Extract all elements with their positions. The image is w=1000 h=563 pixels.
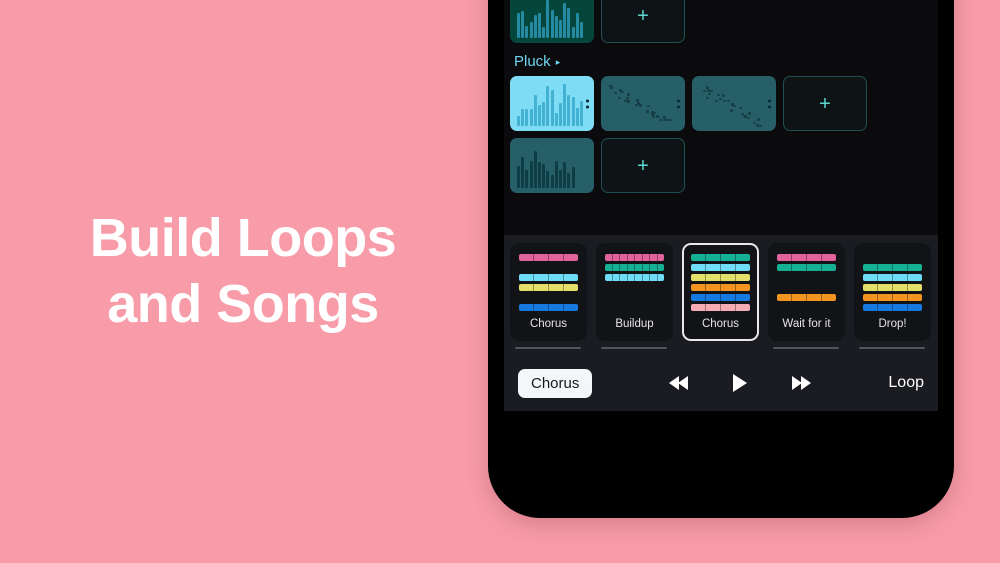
fast-forward-icon[interactable]	[789, 375, 813, 391]
clip-options-icon[interactable]	[677, 99, 680, 108]
section-track-bar	[605, 254, 664, 261]
song-section-card[interactable]: Drop!	[854, 243, 931, 341]
clip-tile-pluck-1[interactable]	[510, 76, 594, 131]
clip-tile-green[interactable]	[510, 0, 594, 43]
section-track-rows	[777, 254, 836, 316]
section-track-bar	[691, 284, 750, 291]
section-track-rows	[605, 254, 664, 316]
clip-tile-pluck-2[interactable]	[601, 76, 685, 131]
clip-row-2: +	[508, 138, 934, 193]
section-track-bar	[863, 274, 922, 281]
section-track-bar	[691, 294, 750, 301]
section-track-gap	[519, 294, 578, 301]
loop-button[interactable]: Loop	[888, 374, 924, 392]
marketing-headline: Build Loops and Songs	[0, 206, 486, 338]
add-clip-button-top[interactable]: +	[601, 0, 685, 43]
group-header-pluck[interactable]: Pluck ▸	[508, 43, 934, 76]
section-track-rows	[519, 254, 578, 316]
section-scroll-indicator	[515, 347, 581, 349]
clip-notes	[601, 76, 685, 131]
section-track-bar	[519, 284, 578, 291]
section-track-bar	[777, 254, 836, 261]
clip-notes	[692, 76, 776, 131]
headline-line-2: and Songs	[107, 273, 379, 334]
song-section-label: Chorus	[701, 318, 740, 330]
section-track-bar	[691, 304, 750, 311]
clip-tile-pluck-3[interactable]	[692, 76, 776, 131]
section-track-bar	[863, 294, 922, 301]
section-track-bar	[691, 274, 750, 281]
clip-row-top: +	[508, 0, 934, 43]
section-track-gap	[605, 284, 664, 291]
phone-mockup: + Pluck ▸ + + Chorus Buildup Chorus Wait…	[488, 0, 954, 518]
section-scroll-indicator	[601, 347, 667, 349]
add-clip-button-row2[interactable]: +	[601, 138, 685, 193]
section-scroll-indicator	[859, 347, 925, 349]
section-track-rows	[863, 254, 922, 316]
headline-line-1: Build Loops	[89, 208, 397, 268]
chevron-right-icon: ▸	[555, 57, 561, 67]
section-track-gap	[777, 304, 836, 311]
section-track-gap	[605, 304, 664, 311]
section-track-bar	[777, 264, 836, 271]
section-track-gap	[519, 264, 578, 271]
clip-waveform	[517, 81, 583, 126]
section-track-bar	[691, 254, 750, 261]
song-sections-strip: Chorus Buildup Chorus Wait for it Drop!	[504, 235, 938, 341]
clip-browser: + Pluck ▸ + +	[504, 0, 938, 235]
section-track-bar	[863, 284, 922, 291]
clip-options-icon[interactable]	[768, 99, 771, 108]
section-track-bar	[519, 304, 578, 311]
song-section-label: Wait for it	[782, 318, 831, 330]
current-section-button[interactable]: Chorus	[518, 368, 593, 398]
clip-waveform	[517, 0, 583, 38]
section-track-gap	[777, 274, 836, 281]
section-track-bar	[605, 264, 664, 271]
add-clip-button-row1[interactable]: +	[783, 76, 867, 131]
song-section-label: Drop!	[878, 318, 907, 330]
play-icon[interactable]	[731, 373, 749, 393]
section-track-gap	[605, 294, 664, 301]
section-track-bar	[777, 294, 836, 301]
section-track-gap	[777, 284, 836, 291]
section-scroll-indicator	[773, 347, 839, 349]
group-label-text: Pluck	[514, 53, 551, 70]
section-track-rows	[691, 254, 750, 316]
clip-tile-pluck-4[interactable]	[510, 138, 594, 193]
section-track-bar	[863, 264, 922, 271]
transport-controls	[592, 373, 888, 393]
song-section-card[interactable]: Wait for it	[768, 243, 845, 341]
clip-row-1: +	[508, 76, 934, 131]
song-section-card[interactable]: Buildup	[596, 243, 673, 341]
rewind-icon[interactable]	[667, 375, 691, 391]
section-track-bar	[691, 264, 750, 271]
song-section-label: Chorus	[529, 318, 568, 330]
song-section-label: Buildup	[615, 318, 654, 330]
section-track-bar	[605, 274, 664, 281]
section-track-gap	[863, 254, 922, 261]
song-section-card[interactable]: Chorus	[510, 243, 587, 341]
section-track-bar	[863, 304, 922, 311]
song-section-card[interactable]: Chorus	[682, 243, 759, 341]
clip-options-icon[interactable]	[586, 99, 589, 108]
clip-waveform	[517, 143, 578, 188]
song-sections-panel[interactable]: Chorus Buildup Chorus Wait for it Drop!	[504, 235, 938, 355]
phone-screen: + Pluck ▸ + + Chorus Buildup Chorus Wait…	[504, 0, 938, 411]
section-track-bar	[519, 274, 578, 281]
section-track-bar	[519, 254, 578, 261]
transport-bar: Chorus Loop	[504, 355, 938, 411]
